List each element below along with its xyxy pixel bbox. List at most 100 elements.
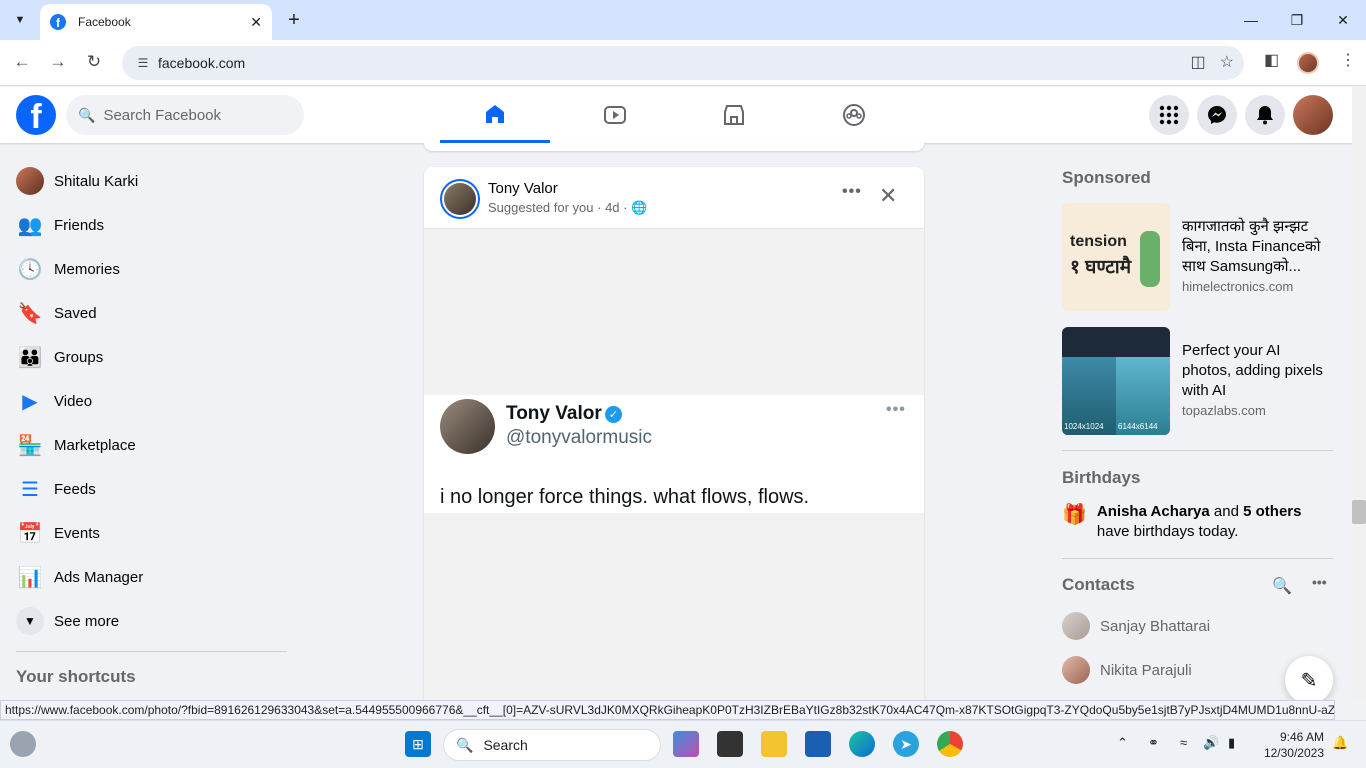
bookmark-star-icon[interactable]: ☆	[1220, 52, 1234, 72]
side-panel-icon[interactable]: ◧	[1264, 50, 1279, 70]
browser-tab-strip: ▼ f Facebook ✕ + — ❐ ✕	[0, 0, 1366, 40]
sidebar-item-profile[interactable]: Shitalu Karki	[8, 159, 290, 203]
file-explorer-icon[interactable]	[761, 731, 787, 757]
ads-manager-icon: 📊	[17, 566, 43, 589]
tab-groups[interactable]	[799, 87, 909, 143]
sponsored-ad-2[interactable]: 1024x1024 6144x6144 Perfect your AI phot…	[1062, 327, 1333, 435]
ad-domain: himelectronics.com	[1182, 279, 1294, 294]
sidebar-item-groups[interactable]: 👪 Groups	[8, 335, 290, 379]
menu-grid-button[interactable]	[1149, 95, 1189, 135]
post-author-avatar[interactable]	[440, 179, 480, 219]
scrollbar-thumb[interactable]	[1352, 500, 1366, 524]
messenger-icon	[1208, 106, 1226, 124]
sidebar-item-friends[interactable]: 👥 Friends	[8, 203, 290, 247]
sidebar-item-video[interactable]: ▶ Video	[8, 379, 290, 423]
post-hide-button[interactable]: ✕	[879, 183, 897, 209]
notifications-button[interactable]	[1245, 95, 1285, 135]
tab-marketplace[interactable]	[679, 87, 789, 143]
tab-close-icon[interactable]: ✕	[250, 14, 262, 31]
facebook-logo-icon[interactable]: f	[16, 95, 56, 135]
sidebar-item-feeds[interactable]: ☰ Feeds	[8, 467, 290, 511]
sidebar-item-memories[interactable]: 🕓 Memories	[8, 247, 290, 291]
previous-post-edge	[424, 143, 924, 151]
contact-name: Nikita Parajuli	[1100, 661, 1192, 679]
saved-icon: 🔖	[17, 302, 43, 325]
groups-icon	[843, 104, 865, 126]
address-bar[interactable]: ☰ facebook.com ◫ ☆	[122, 46, 1244, 80]
tab-search-chevron-icon[interactable]: ▼	[8, 8, 32, 32]
tweet-handle: @tonyvalormusic	[506, 427, 652, 448]
copilot-icon[interactable]	[673, 731, 699, 757]
post-image[interactable]: Tony Valor ✓ @tonyvalormusic ••• i no lo…	[424, 228, 924, 707]
post-author-name[interactable]: Tony Valor	[488, 180, 558, 197]
ad-image-text: tension	[1070, 233, 1127, 250]
chrome-icon[interactable]	[937, 731, 963, 757]
notification-bell-icon[interactable]: 🔔	[1332, 735, 1348, 751]
clock-date: 12/30/2023	[1263, 746, 1324, 760]
sidebar-item-label: Shitalu Karki	[54, 172, 139, 190]
site-info-icon[interactable]: ☰	[128, 56, 158, 70]
install-app-icon[interactable]: ◫	[1191, 52, 1206, 72]
store-icon[interactable]	[805, 731, 831, 757]
divider	[1062, 558, 1333, 559]
avatar	[1062, 656, 1090, 684]
new-tab-button[interactable]: +	[282, 8, 306, 32]
page-scrollbar[interactable]	[1352, 87, 1366, 700]
back-button[interactable]: ←	[8, 48, 36, 76]
taskbar-search[interactable]: 🔍 Search	[443, 729, 661, 761]
sidebar-item-events[interactable]: 📅 Events	[8, 511, 290, 555]
divider	[1062, 450, 1333, 451]
tweet-more-icon: •••	[886, 401, 906, 418]
clock[interactable]: 9:46 AM 12/30/2023	[1256, 729, 1324, 761]
sidebar-item-saved[interactable]: 🔖 Saved	[8, 291, 290, 335]
sidebar-item-label: Events	[54, 524, 100, 542]
reload-button[interactable]: ↻	[80, 48, 108, 76]
tab-video[interactable]	[560, 87, 670, 143]
wifi-icon[interactable]: ≈	[1180, 735, 1187, 750]
address-url[interactable]: facebook.com	[158, 55, 245, 71]
ad-image-label: 6144x6144	[1118, 422, 1158, 431]
left-sidebar: Shitalu Karki 👥 Friends 🕓 Memories 🔖 Sav…	[8, 159, 290, 643]
sidebar-item-marketplace[interactable]: 🏪 Marketplace	[8, 423, 290, 467]
tab-home[interactable]	[440, 87, 550, 143]
window-close-button[interactable]: ✕	[1320, 0, 1366, 40]
contacts-search-icon[interactable]: 🔍	[1272, 576, 1292, 596]
contact-item[interactable]: Sanjay Bhattarai	[1062, 612, 1210, 640]
telegram-icon[interactable]: ➤	[893, 731, 919, 757]
clock-time: 9:46 AM	[1279, 730, 1324, 744]
sidebar-item-label: Feeds	[54, 480, 96, 498]
network-alert-icon[interactable]: ⚭	[1148, 735, 1159, 751]
profile-avatar[interactable]	[1297, 52, 1319, 74]
start-button[interactable]: ⊞	[405, 731, 431, 757]
tray-chevron-icon[interactable]: ⌃	[1117, 735, 1128, 751]
birthday-others: 5 others	[1243, 503, 1302, 520]
post-options-button[interactable]: •••	[842, 183, 862, 201]
minimize-button[interactable]: —	[1228, 0, 1274, 40]
birthday-notice[interactable]: 🎁 Anisha Acharya and 5 others have birth…	[1062, 502, 1333, 542]
feeds-icon: ☰	[21, 478, 39, 501]
maximize-button[interactable]: ❐	[1274, 0, 1320, 40]
battery-icon[interactable]: ▮	[1228, 735, 1235, 751]
marketplace-icon	[724, 105, 744, 125]
ad-title: Perfect your AI photos, adding pixels wi…	[1182, 342, 1323, 399]
chrome-menu-icon[interactable]: ⋮	[1340, 50, 1356, 70]
new-message-button[interactable]: ✎	[1285, 656, 1333, 704]
contact-item[interactable]: Nikita Parajuli	[1062, 656, 1192, 684]
sponsored-ad-1[interactable]: tension १ घण्टामै कागजातको कुनै झन्झट बि…	[1062, 203, 1333, 311]
browser-tab[interactable]: f Facebook ✕	[40, 4, 272, 40]
volume-icon[interactable]: 🔊	[1203, 735, 1219, 751]
sidebar-item-ads-manager[interactable]: 📊 Ads Manager	[8, 555, 290, 599]
search-input[interactable]: 🔍 Search Facebook	[66, 95, 304, 135]
task-view-icon[interactable]	[717, 731, 743, 757]
account-avatar[interactable]	[1293, 95, 1333, 135]
friends-icon: 👥	[17, 214, 43, 237]
contacts-more-icon[interactable]: •••	[1312, 574, 1327, 590]
messenger-button[interactable]	[1197, 95, 1237, 135]
forward-button[interactable]: →	[44, 48, 72, 76]
search-icon: 🔍	[78, 106, 96, 123]
edge-icon[interactable]	[849, 731, 875, 757]
sidebar-see-more[interactable]: ▼ See more	[8, 599, 290, 643]
ad-domain: topazlabs.com	[1182, 403, 1266, 418]
weather-widget-icon[interactable]	[10, 731, 36, 757]
ad-title: कागजातको कुनै झन्झट बिना, Insta Financeक…	[1182, 218, 1321, 275]
